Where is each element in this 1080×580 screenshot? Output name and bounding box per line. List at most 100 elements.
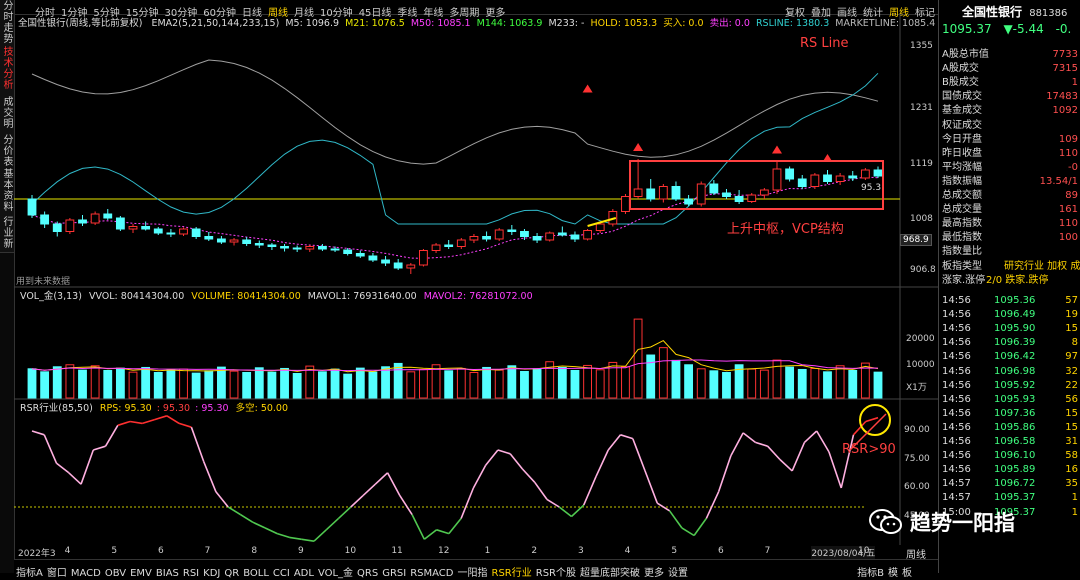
left-tab-2[interactable]: 成交明细 bbox=[0, 92, 14, 133]
price-axis: 1355 1231 1119 1008 968.9 906.8 bbox=[900, 14, 938, 284]
left-tab-0[interactable]: 分时走势 bbox=[0, 0, 14, 45]
indicator-tab-7[interactable]: KDJ bbox=[201, 568, 222, 580]
candle-down bbox=[785, 168, 795, 180]
tick-price: 1095.89 bbox=[994, 464, 1036, 476]
rsr-segment bbox=[779, 458, 793, 472]
rsr-segment bbox=[117, 420, 131, 427]
rsr-segment bbox=[362, 483, 376, 497]
m21-value: M21: 1076.5 bbox=[345, 18, 405, 29]
candle-down bbox=[520, 231, 529, 237]
indicator-tab-6[interactable]: RSI bbox=[181, 568, 201, 580]
candle-down bbox=[115, 217, 125, 230]
tick-row: 14:56 1095.86 15 bbox=[942, 421, 1080, 435]
sell-value: 卖出: 0.0 bbox=[709, 18, 750, 29]
indicator-tab-11[interactable]: ADL bbox=[292, 568, 316, 580]
duokong-value: 多空: 50.00 bbox=[235, 403, 289, 414]
signal-triangle bbox=[633, 143, 644, 151]
x-tick-10: 1 bbox=[484, 546, 491, 556]
left-tab-3[interactable]: 分价表 bbox=[0, 132, 14, 169]
tick-row: 14:56 1096.49 19 bbox=[942, 308, 1080, 322]
indicator-right-1[interactable]: 模 bbox=[886, 568, 900, 580]
candle-up bbox=[835, 175, 845, 182]
indicator-tab-17[interactable]: RSR行业 bbox=[490, 568, 534, 580]
quote-label: 国债成交 bbox=[942, 91, 982, 103]
indicator-tab-10[interactable]: CCI bbox=[271, 568, 292, 580]
volume-bar-up bbox=[595, 369, 605, 399]
x-tick-9: 12 bbox=[438, 546, 450, 556]
rsr-segment bbox=[730, 432, 744, 457]
candle-down bbox=[734, 196, 744, 202]
candle-down bbox=[646, 188, 656, 200]
indicator-tab-2[interactable]: MACD bbox=[69, 568, 103, 580]
candle-down bbox=[507, 229, 517, 232]
price-change: ▼-5.44 bbox=[1003, 22, 1044, 36]
indicator-tab-21[interactable]: 设置 bbox=[666, 568, 690, 580]
rsline-value: RSLINE: 1380.3 bbox=[755, 18, 830, 29]
candle-down bbox=[141, 226, 151, 230]
indicator-right-0[interactable]: 指标B bbox=[855, 568, 886, 580]
tick-row: 14:56 1096.39 8 bbox=[942, 336, 1080, 350]
rsr-segment bbox=[681, 527, 695, 537]
quote-row: B股成交 1 bbox=[942, 76, 1080, 90]
hold-value: HOLD: 1053.3 bbox=[590, 18, 658, 29]
volume-bar-down bbox=[292, 372, 302, 399]
candle-down bbox=[570, 234, 580, 240]
candle-down bbox=[848, 175, 858, 179]
volume-bar-up bbox=[419, 368, 428, 399]
candle-down bbox=[722, 192, 731, 197]
tick-price: 1096.10 bbox=[994, 450, 1036, 462]
indicator-tab-20[interactable]: 更多 bbox=[642, 568, 666, 580]
indicator-tab-3[interactable]: OBV bbox=[103, 568, 128, 580]
indicator-tab-8[interactable]: QR bbox=[222, 568, 241, 580]
candle-up bbox=[860, 169, 870, 179]
indicator-tab-13[interactable]: QRS bbox=[355, 568, 380, 580]
x-tick-1: 4 bbox=[64, 546, 71, 556]
indicator-tab-5[interactable]: BIAS bbox=[154, 568, 181, 580]
rsr-tick-0: 90.00 bbox=[904, 425, 930, 435]
tick-volume: 97 bbox=[1065, 351, 1078, 363]
rsr-segment bbox=[497, 449, 511, 455]
indicator-tab-15[interactable]: RSMACD bbox=[408, 568, 455, 580]
left-tab-4[interactable]: 基本资料 bbox=[0, 168, 14, 213]
candle-up bbox=[595, 223, 605, 231]
indicator-tab-14[interactable]: GRSI bbox=[380, 568, 408, 580]
indicator-tab-1[interactable]: 窗口 bbox=[45, 568, 69, 580]
volume-bar-down bbox=[330, 368, 340, 399]
indicator-tab-18[interactable]: RSR个股 bbox=[534, 568, 578, 580]
indicator-right-2[interactable]: 板 bbox=[900, 568, 914, 580]
indicator-tab-9[interactable]: BOLL bbox=[241, 568, 271, 580]
volume-bar-down bbox=[191, 372, 201, 399]
x-tick-2: 5 bbox=[111, 546, 118, 556]
tick-time: 14:56 bbox=[942, 436, 971, 447]
rsr-segment bbox=[325, 517, 340, 531]
indicator-tabs: 指标A 窗口 MACD OBV EMV BIAS RSI KDJ QR BOLL CCI ADL VOL… bbox=[14, 561, 690, 580]
m233-value: M233: - bbox=[548, 18, 585, 29]
volume-bar-down bbox=[684, 364, 694, 399]
tick-time: 14:56 bbox=[942, 365, 971, 377]
indicator-tab-19[interactable]: 超量底部突破 bbox=[578, 568, 642, 580]
volume-value: VOLUME: 80414304.00 bbox=[191, 291, 301, 302]
rsr-segment bbox=[227, 506, 241, 516]
volume-bar-down bbox=[254, 367, 264, 399]
volume-bar-up bbox=[759, 369, 769, 399]
volume-bar-down bbox=[823, 371, 832, 399]
candle-down bbox=[482, 236, 491, 240]
tick-volume: 16 bbox=[1065, 464, 1078, 476]
left-tab-1[interactable]: 技术分析 bbox=[0, 44, 14, 93]
tick-price: 1096.39 bbox=[994, 337, 1036, 349]
rsr-segment bbox=[423, 529, 438, 540]
x-tick-14: 5 bbox=[671, 546, 678, 556]
indicator-tab-12[interactable]: VOL_金 bbox=[316, 568, 355, 580]
volume-bar-down bbox=[368, 371, 378, 399]
volume-bar-down bbox=[785, 366, 795, 399]
quote-label: 指数振幅 bbox=[942, 175, 982, 187]
tick-row: 14:56 1095.90 15 bbox=[942, 322, 1080, 336]
tick-volume: 8 bbox=[1071, 337, 1078, 349]
indicator-tab-right: 指标B 模板 bbox=[855, 561, 914, 580]
candle-down bbox=[684, 198, 694, 205]
indicator-tab-0[interactable]: 指标A bbox=[14, 568, 45, 580]
indicator-tab-4[interactable]: EMV bbox=[128, 568, 154, 580]
indicator-tab-16[interactable]: 一阳指 bbox=[456, 568, 490, 580]
wechat-icon bbox=[869, 509, 902, 534]
left-tab-5[interactable]: 行业新闻 bbox=[0, 212, 14, 253]
